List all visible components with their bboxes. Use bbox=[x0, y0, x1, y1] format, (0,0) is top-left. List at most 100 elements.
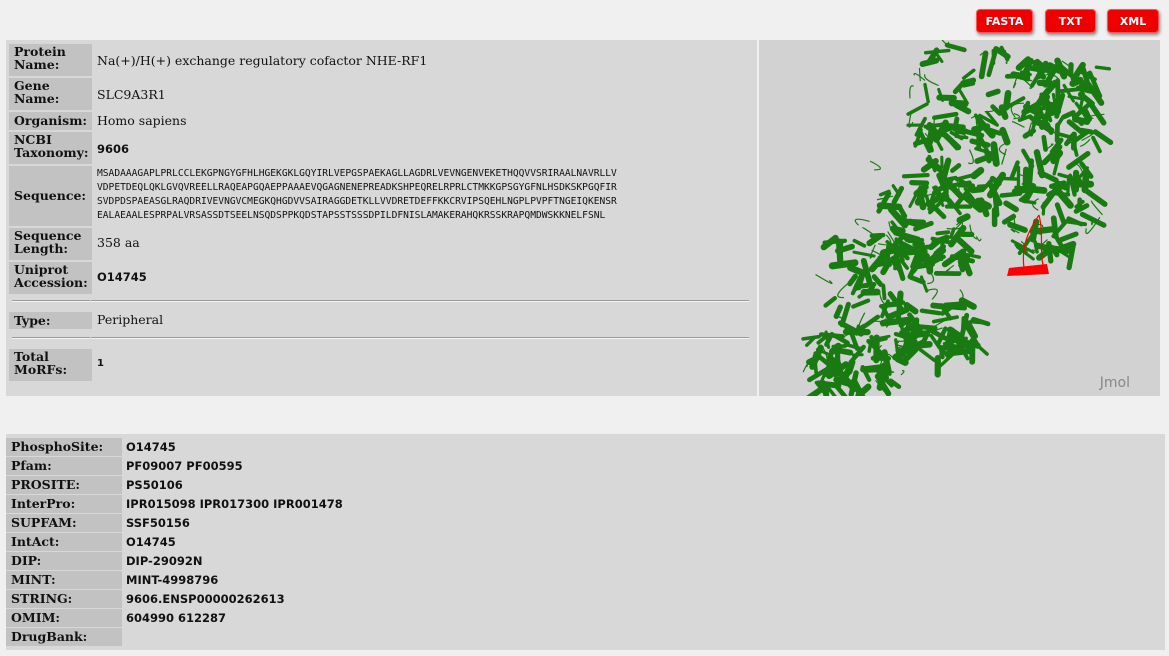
ribbon-loop bbox=[909, 85, 914, 99]
ribbon-strand bbox=[871, 258, 885, 269]
ribbon-loop bbox=[1032, 198, 1039, 211]
ribbon-strand bbox=[957, 259, 966, 273]
cross-ref-link[interactable]: O14745 bbox=[126, 438, 176, 456]
ribbon-strand bbox=[924, 194, 931, 207]
ribbon-strand bbox=[956, 213, 971, 224]
ribbon-loop bbox=[1001, 148, 1007, 165]
ribbon-strand bbox=[852, 238, 867, 248]
cross-ref-row: InterPro: IPR015098 IPR017300 IPR001478 bbox=[6, 495, 1165, 514]
ribbon-strand bbox=[833, 304, 843, 319]
sequence-line: SVDPDSPAEASGLRAQDRIVEVNGVCMEGKQHGDVVSAIR… bbox=[97, 196, 617, 207]
ribbon-strand bbox=[1050, 149, 1064, 165]
ribbon-strand bbox=[935, 230, 951, 236]
ribbon-strand bbox=[1058, 231, 1079, 243]
sequence-line: MSADAAAGAPLPRLCCLEKGPNGYGFHLHGEKGKLGQYIR… bbox=[97, 168, 617, 179]
ribbon-loop bbox=[945, 264, 955, 272]
cross-ref-label: PhosphoSite: bbox=[6, 438, 122, 456]
ribbon-strand bbox=[881, 283, 887, 301]
sequence-length-label-line2: Length: bbox=[14, 241, 69, 256]
total-morfs-label-line2: MoRFs: bbox=[14, 362, 68, 377]
ribbon-strand bbox=[961, 68, 976, 80]
ribbon-strand bbox=[854, 282, 877, 290]
cross-ref-link[interactable]: PF09007 PF00595 bbox=[126, 457, 243, 475]
cross-ref-link[interactable]: PS50106 bbox=[126, 476, 183, 494]
sequence-value: MSADAAAGAPLPRLCCLEKGPNGYGFHLHGEKGKLGQYIR… bbox=[97, 167, 617, 223]
cross-ref-link[interactable]: SSF50156 bbox=[126, 514, 190, 532]
divider bbox=[91, 337, 749, 339]
ribbon-loop bbox=[854, 218, 870, 226]
ribbon-strand bbox=[835, 238, 844, 268]
cross-ref-link[interactable]: DIP-29092N bbox=[126, 552, 202, 570]
cross-ref-link[interactable]: O14745 bbox=[126, 533, 176, 551]
fasta-button[interactable]: FASTA bbox=[976, 9, 1033, 33]
cross-ref-label: STRING: bbox=[6, 590, 122, 608]
cross-ref-link[interactable]: 604990 612287 bbox=[126, 609, 226, 627]
ribbon-strand bbox=[846, 358, 856, 375]
ribbon-loop bbox=[1023, 79, 1032, 82]
cross-ref-link[interactable]: 9606.ENSP00000262613 bbox=[126, 590, 285, 608]
ribbon-strand bbox=[960, 316, 966, 344]
protein-ribbons bbox=[801, 40, 1114, 396]
ribbon-loop bbox=[900, 369, 905, 376]
xml-button[interactable]: XML bbox=[1107, 9, 1159, 33]
cross-ref-link[interactable]: IPR015098 IPR017300 IPR001478 bbox=[126, 495, 343, 513]
divider bbox=[12, 337, 90, 339]
ribbon-strand bbox=[954, 173, 973, 182]
ribbon-strand bbox=[1085, 189, 1108, 207]
cross-ref-row: Pfam: PF09007 PF00595 bbox=[6, 457, 1165, 476]
ribbon-strand bbox=[879, 302, 898, 309]
ribbon-loop bbox=[1012, 121, 1025, 128]
cross-ref-row: MINT: MINT-4998796 bbox=[6, 571, 1165, 590]
ribbon-strand bbox=[885, 244, 891, 264]
ribbon-strand bbox=[831, 344, 848, 349]
ribbon-strand bbox=[867, 341, 873, 353]
ribbon-strand bbox=[917, 192, 927, 211]
cross-ref-row: SUPFAM: SSF50156 bbox=[6, 514, 1165, 533]
ribbon-strand bbox=[939, 122, 966, 130]
divider bbox=[12, 300, 90, 302]
ribbon-strand bbox=[1046, 62, 1063, 74]
cross-ref-link[interactable]: MINT-4998796 bbox=[126, 571, 218, 589]
cross-ref-label: SUPFAM: bbox=[6, 514, 122, 532]
ribbon-strand bbox=[877, 373, 885, 387]
accession-label-line2: Accession: bbox=[14, 275, 88, 290]
ribbon-strand bbox=[1003, 200, 1019, 213]
ribbon-strand bbox=[1041, 134, 1048, 152]
jmol-viewer[interactable]: Jmol bbox=[759, 40, 1160, 396]
ribbon-loop bbox=[968, 149, 974, 165]
cross-ref-row: STRING: 9606.ENSP00000262613 bbox=[6, 590, 1165, 609]
txt-button[interactable]: TXT bbox=[1045, 9, 1096, 33]
protein-info-panel: Protein Name: Na(+)/H(+) exchange regula… bbox=[6, 40, 757, 396]
jmol-label: Jmol bbox=[1099, 375, 1130, 391]
cross-ref-label: OMIM: bbox=[6, 609, 122, 627]
protein-name-label-line2: Name: bbox=[14, 57, 60, 72]
ribbon-strand bbox=[1019, 70, 1032, 77]
ribbon-strand bbox=[999, 126, 1011, 146]
ribbon-strand bbox=[1094, 65, 1112, 71]
cross-ref-label: DrugBank: bbox=[6, 628, 122, 646]
protein-name-value: Na(+)/H(+) exchange regulatory cofactor … bbox=[97, 53, 428, 68]
ribbon-strand bbox=[940, 157, 952, 184]
ribbon-strand bbox=[894, 355, 909, 366]
ribbon-strand bbox=[1062, 83, 1075, 103]
ribbon-strand bbox=[1071, 113, 1084, 126]
ribbon-loop bbox=[927, 288, 938, 300]
ribbon-strand bbox=[860, 363, 889, 373]
ribbon-strand bbox=[1091, 135, 1102, 154]
ribbon-loop bbox=[918, 67, 921, 82]
organism-label: Organism: bbox=[9, 112, 92, 130]
ribbon-strand bbox=[851, 298, 871, 309]
ribbon-strand bbox=[1078, 79, 1084, 92]
gene-name-value: SLC9A3R1 bbox=[97, 87, 166, 102]
protein-structure-image[interactable] bbox=[759, 40, 1160, 396]
ribbon-strand bbox=[1001, 213, 1017, 225]
ribbon-strand bbox=[1054, 180, 1070, 191]
ribbon-strand bbox=[903, 330, 929, 340]
ribbon-strand bbox=[949, 227, 956, 239]
ribbon-strand bbox=[880, 261, 891, 276]
ribbon-strand bbox=[1033, 117, 1055, 134]
ribbon-strand bbox=[847, 264, 865, 276]
cross-ref-label: MINT: bbox=[6, 571, 122, 589]
ribbon-strand bbox=[923, 82, 930, 104]
total-morfs-value: 1 bbox=[97, 358, 104, 369]
